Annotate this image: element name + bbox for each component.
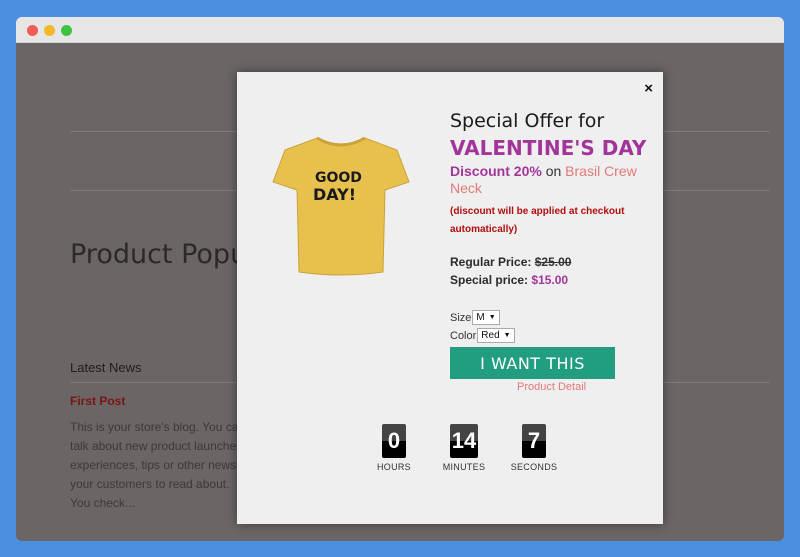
close-icon[interactable]: × [644, 80, 653, 97]
color-value: Red [481, 330, 500, 341]
countdown-hours: 0 HOURS [359, 424, 429, 472]
discount-on: on [545, 163, 562, 179]
product-detail-link[interactable]: Product Detail [517, 381, 650, 393]
countdown-minutes: 14 MINUTES [429, 424, 499, 472]
countdown-hours-value: 0 [382, 424, 406, 458]
shirt-print-line: DAY! [313, 185, 356, 204]
size-option: Size M ▼ [450, 309, 650, 326]
minimize-window-button[interactable] [44, 25, 55, 36]
chevron-down-icon: ▼ [488, 314, 496, 321]
chevron-down-icon: ▼ [503, 332, 511, 339]
price-block: Regular Price: $25.00 Special price: $15… [450, 253, 650, 289]
size-value: M [476, 312, 485, 323]
offer-heading: Special Offer for [450, 110, 605, 132]
regular-price: $25.00 [534, 255, 572, 269]
product-popup: × GOOD DAY! Special Offer for VALENTINE'… [237, 72, 663, 524]
countdown-seconds-label: SECONDS [510, 462, 558, 472]
color-option: Color Red ▼ [450, 327, 650, 344]
size-select[interactable]: M ▼ [472, 310, 500, 325]
title-bar [16, 17, 784, 43]
product-options: Size M ▼ Color Red ▼ [450, 309, 650, 344]
countdown-minutes-value: 14 [449, 424, 479, 458]
page-title: Product Popup [70, 239, 265, 270]
special-price-row: Special price: $15.00 [450, 271, 650, 289]
countdown-timer: 0 HOURS 14 MINUTES 7 SECONDS [359, 424, 569, 472]
countdown-seconds-value: 7 [522, 424, 546, 458]
color-label: Color [450, 329, 477, 342]
latest-news-heading: Latest News [70, 360, 142, 375]
countdown-minutes-label: MINUTES [442, 462, 486, 472]
holiday-title: VALENTINE'S DAY [450, 136, 647, 160]
countdown-hours-label: HOURS [376, 462, 411, 472]
close-window-button[interactable] [27, 25, 38, 36]
shirt-print-line: GOOD [315, 170, 362, 186]
discount-note: (discount will be applied at checkout au… [450, 206, 625, 235]
tshirt-image: GOOD DAY! [272, 136, 410, 276]
discount-line: Discount 20% on Brasil Crew Neck [450, 163, 650, 197]
offer-info: Special Offer for VALENTINE'S DAY Discou… [450, 110, 650, 393]
size-label: Size [450, 311, 472, 324]
discount-percent: Discount 20% [450, 163, 542, 179]
maximize-window-button[interactable] [61, 25, 72, 36]
special-price: $15.00 [531, 273, 569, 287]
post-title-link[interactable]: First Post [70, 394, 125, 408]
regular-price-row: Regular Price: $25.00 [450, 253, 650, 271]
special-price-label: Special price: [450, 273, 529, 287]
post-excerpt: This is your store's blog. You can talk … [70, 420, 246, 510]
regular-price-label: Regular Price: [450, 255, 532, 269]
color-select[interactable]: Red ▼ [477, 328, 515, 343]
countdown-seconds: 7 SECONDS [499, 424, 569, 472]
i-want-this-button[interactable]: I WANT THIS [450, 347, 615, 379]
